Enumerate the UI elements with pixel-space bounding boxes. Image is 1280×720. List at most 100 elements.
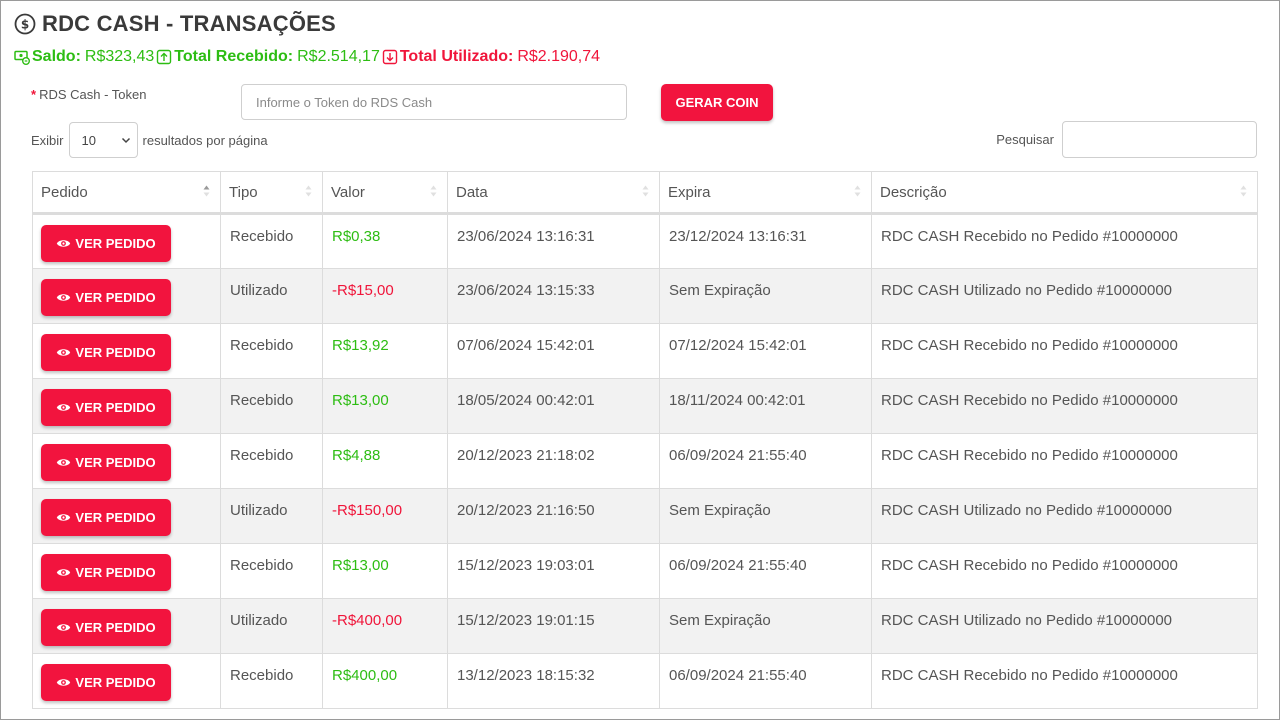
utilizado-label: Total Utilizado:	[399, 48, 514, 65]
ver-pedido-button[interactable]: VER PEDIDO	[41, 554, 171, 591]
search-input[interactable]	[1062, 121, 1257, 158]
sort-icon	[305, 185, 312, 197]
length-prefix: Exibir	[31, 132, 64, 148]
table-row: VER PEDIDO Recebido R$4,88 20/12/2023 21:18…	[32, 433, 1258, 489]
token-label-text: RDS Cash - Token	[39, 87, 147, 102]
required-mark: *	[31, 87, 37, 102]
ver-pedido-button[interactable]: VER PEDIDO	[41, 609, 171, 646]
cell-pedido: VER PEDIDO	[32, 213, 221, 269]
column-header-data[interactable]: Data	[447, 171, 660, 215]
table-row: VER PEDIDO Utilizado -R$400,00 15/12/2023 1…	[32, 598, 1258, 654]
cell-expira: 06/09/2024 21:55:40	[659, 543, 872, 599]
cell-valor: -R$400,00	[322, 598, 448, 654]
ver-pedido-button[interactable]: VER PEDIDO	[41, 499, 171, 536]
cell-expira: 06/09/2024 21:55:40	[659, 433, 872, 489]
arrow-down-box-icon	[382, 49, 398, 65]
saldo-label: Saldo:	[32, 48, 81, 65]
utilizado-group: Total Utilizado: R$2.190,74	[382, 48, 600, 66]
cell-tipo: Recebido	[220, 543, 323, 599]
cell-pedido: VER PEDIDO	[32, 433, 221, 489]
cell-valor: R$0,38	[322, 213, 448, 269]
page-length-value: 10	[81, 132, 96, 148]
recebido-group: Total Recebido: R$2.514,17	[156, 48, 380, 66]
ver-pedido-label: VER PEDIDO	[75, 400, 156, 415]
sort-icon	[430, 185, 437, 197]
cell-expira: Sem Expiração	[659, 268, 872, 324]
ver-pedido-label: VER PEDIDO	[75, 290, 156, 305]
table-row: VER PEDIDO Utilizado -R$150,00 20/12/2023 2…	[32, 488, 1258, 544]
table-row: VER PEDIDO Recebido R$13,00 18/05/2024 00:4…	[32, 378, 1258, 434]
sort-icon	[642, 185, 649, 197]
ver-pedido-button[interactable]: VER PEDIDO	[41, 664, 171, 701]
sort-icon	[854, 185, 861, 197]
token-input[interactable]	[241, 84, 627, 120]
ver-pedido-label: VER PEDIDO	[75, 565, 156, 580]
svg-text:$: $	[21, 18, 29, 32]
cell-pedido: VER PEDIDO	[32, 543, 221, 599]
column-header-valor[interactable]: Valor	[322, 171, 448, 215]
cell-valor: -R$150,00	[322, 488, 448, 544]
cell-descricao: RDC CASH Recebido no Pedido #10000000	[871, 543, 1258, 599]
column-header-tipo[interactable]: Tipo	[220, 171, 323, 215]
cell-tipo: Recebido	[220, 433, 323, 489]
gerar-coin-button[interactable]: GERAR COIN	[661, 84, 773, 121]
cell-valor: R$13,00	[322, 378, 448, 434]
ver-pedido-button[interactable]: VER PEDIDO	[41, 279, 171, 316]
cell-data: 15/12/2023 19:01:15	[447, 598, 660, 654]
eye-icon	[57, 404, 71, 411]
ver-pedido-label: VER PEDIDO	[75, 345, 156, 360]
page-title: RDC CASH - TRANSAÇÕES	[42, 11, 336, 36]
cell-descricao: RDC CASH Utilizado no Pedido #10000000	[871, 598, 1258, 654]
cell-tipo: Recebido	[220, 653, 323, 709]
cell-pedido: VER PEDIDO	[32, 488, 221, 544]
cell-data: 20/12/2023 21:18:02	[447, 433, 660, 489]
saldo-group: Saldo: R$323,43	[14, 48, 154, 66]
search-label: Pesquisar	[996, 132, 1054, 147]
cell-data: 20/12/2023 21:16:50	[447, 488, 660, 544]
cell-expira: 07/12/2024 15:42:01	[659, 323, 872, 379]
money-refresh-icon	[14, 50, 30, 65]
table-header-row: Pedido Tipo Valor Data Expira Descrição	[32, 171, 1258, 215]
ver-pedido-button[interactable]: VER PEDIDO	[41, 389, 171, 426]
cell-valor: -R$15,00	[322, 268, 448, 324]
column-header-descricao[interactable]: Descrição	[871, 171, 1258, 215]
sort-icon	[1240, 185, 1247, 197]
cell-tipo: Utilizado	[220, 598, 323, 654]
cell-expira: Sem Expiração	[659, 488, 872, 544]
arrow-up-box-icon	[157, 49, 172, 65]
sort-icon	[203, 185, 210, 197]
eye-icon	[57, 624, 71, 631]
chevron-down-icon	[121, 137, 130, 144]
cell-data: 07/06/2024 15:42:01	[447, 323, 660, 379]
cell-expira: 18/11/2024 00:42:01	[659, 378, 872, 434]
cell-data: 23/06/2024 13:16:31	[447, 213, 660, 269]
cell-data: 18/05/2024 00:42:01	[447, 378, 660, 434]
cell-valor: R$400,00	[322, 653, 448, 709]
cell-valor: R$13,92	[322, 323, 448, 379]
cell-data: 13/12/2023 18:15:32	[447, 653, 660, 709]
cell-data: 23/06/2024 13:15:33	[447, 268, 660, 324]
page-length-control: Exibir 10 resultados por página	[31, 122, 268, 158]
eye-icon	[57, 349, 71, 356]
cell-descricao: RDC CASH Utilizado no Pedido #10000000	[871, 488, 1258, 544]
saldo-value: R$323,43	[84, 48, 155, 65]
eye-icon	[57, 679, 71, 686]
search-control: Pesquisar	[996, 121, 1257, 158]
table-row: VER PEDIDO Recebido R$13,92 07/06/2024 15:4…	[32, 323, 1258, 379]
eye-icon	[57, 459, 71, 466]
cell-pedido: VER PEDIDO	[32, 653, 221, 709]
ver-pedido-label: VER PEDIDO	[75, 675, 156, 690]
page-length-select[interactable]: 10	[68, 122, 138, 158]
table-row: VER PEDIDO Recebido R$0,38 23/06/2024 13:16…	[32, 213, 1258, 269]
cell-descricao: RDC CASH Recebido no Pedido #10000000	[871, 653, 1258, 709]
ver-pedido-button[interactable]: VER PEDIDO	[41, 334, 171, 371]
ver-pedido-label: VER PEDIDO	[75, 236, 156, 251]
column-header-pedido[interactable]: Pedido	[32, 171, 221, 215]
recebido-value: R$2.514,17	[297, 48, 380, 65]
table-row: VER PEDIDO Recebido R$400,00 13/12/2023 18:…	[32, 653, 1258, 709]
ver-pedido-button[interactable]: VER PEDIDO	[41, 444, 171, 481]
ver-pedido-button[interactable]: VER PEDIDO	[41, 225, 171, 262]
column-header-expira[interactable]: Expira	[659, 171, 872, 215]
cell-valor: R$13,00	[322, 543, 448, 599]
table-row: VER PEDIDO Utilizado -R$15,00 23/06/2024 13…	[32, 268, 1258, 324]
